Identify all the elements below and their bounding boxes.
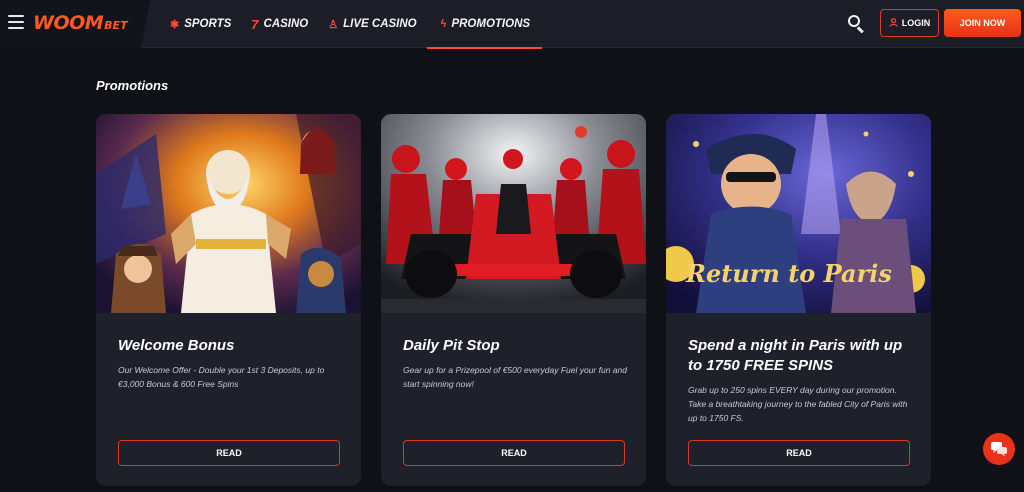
chat-bubble-icon[interactable] <box>983 433 1015 465</box>
nav-item-casino[interactable]: 7 CASINO <box>241 0 318 48</box>
promo-title: Welcome Bonus <box>118 337 235 354</box>
user-icon <box>889 17 898 29</box>
top-navigation-bar: WOOM BET ✱ SPORTS 7 CASINO ♙ LIVE CASINO… <box>0 0 1024 49</box>
promo-image-paris[interactable]: Return to Paris <box>666 114 931 313</box>
page-title: Promotions <box>96 78 169 93</box>
promo-card-paris-free-spins[interactable]: Return to Paris Spend a night in Paris w… <box>666 114 931 486</box>
seven-icon: 7 <box>251 16 259 32</box>
promo-card-daily-pit-stop[interactable]: Daily Pit Stop Gear up for a Prizepool o… <box>381 114 646 486</box>
woombet-logo[interactable]: WOOM BET <box>33 12 128 34</box>
nav-item-sports[interactable]: ✱ SPORTS <box>160 0 241 48</box>
promo-description: Grab up to 250 spins EVERY day during ou… <box>688 385 908 423</box>
promo-image-welcome-bonus[interactable] <box>96 114 361 313</box>
promo-card-body: Spend a night in Paris with up to 1750 F… <box>688 336 913 425</box>
promo-card-body: Welcome Bonus Our Welcome Offer - Double… <box>118 336 343 391</box>
read-button[interactable]: READ <box>688 440 910 466</box>
paris-image-caption: Return to Paris <box>685 259 892 288</box>
read-button[interactable]: READ <box>118 440 340 466</box>
nav-item-promotions[interactable]: ϟ PROMOTIONS <box>426 0 543 49</box>
login-label: LOGIN <box>901 18 931 28</box>
promo-card-welcome-bonus[interactable]: Welcome Bonus Our Welcome Offer - Double… <box>96 114 361 486</box>
promo-title: Spend a night in Paris with up to 1750 F… <box>688 337 903 374</box>
dealer-icon: ♙ <box>328 18 339 31</box>
login-button[interactable]: LOGIN <box>880 9 939 37</box>
hamburger-menu-icon[interactable] <box>8 15 24 29</box>
promo-card-body: Daily Pit Stop Gear up for a Prizepool o… <box>403 336 628 391</box>
search-icon[interactable] <box>848 15 866 34</box>
lightning-icon: ϟ <box>440 18 447 30</box>
nav-item-label: SPORTS <box>184 18 232 30</box>
nav-item-label: CASINO <box>263 18 309 30</box>
nav-item-label: PROMOTIONS <box>451 18 531 30</box>
promo-description: Gear up for a Prizepool of €500 everyday… <box>403 365 627 389</box>
nav-item-live-casino[interactable]: ♙ LIVE CASINO <box>318 0 426 48</box>
main-nav: ✱ SPORTS 7 CASINO ♙ LIVE CASINO ϟ PROMOT… <box>160 0 543 49</box>
join-now-button[interactable]: JOIN NOW <box>944 9 1021 37</box>
promo-description: Our Welcome Offer - Double your 1st 3 De… <box>118 365 325 389</box>
read-button[interactable]: READ <box>403 440 625 466</box>
nav-item-label: LIVE CASINO <box>343 18 417 30</box>
promo-image-daily-pit-stop[interactable] <box>381 114 646 313</box>
soccer-ball-icon: ✱ <box>170 18 180 31</box>
promo-title: Daily Pit Stop <box>403 337 500 354</box>
